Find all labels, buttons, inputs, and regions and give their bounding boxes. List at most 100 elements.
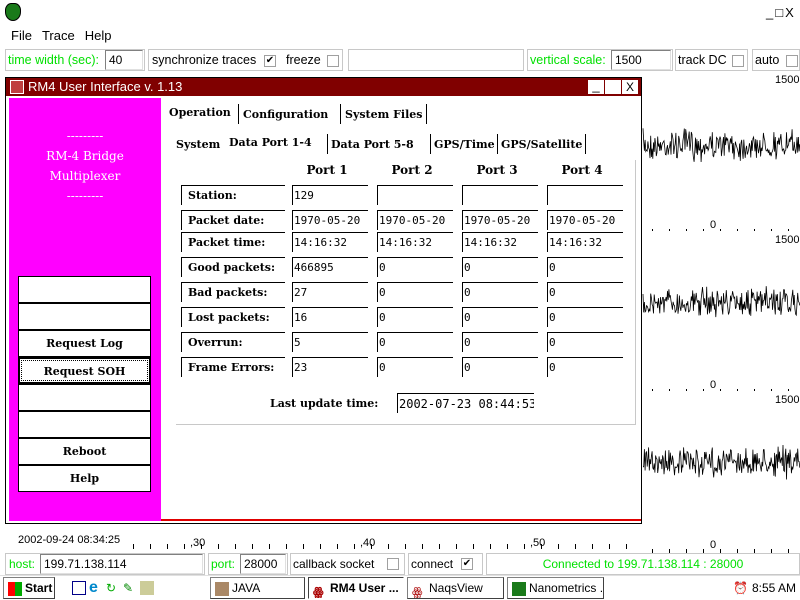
axis-tick xyxy=(133,544,134,549)
axis-tick xyxy=(235,544,236,549)
port-value-field: 0 xyxy=(377,307,453,327)
axis-tick xyxy=(703,389,704,391)
row-label: Packet date: xyxy=(181,210,285,230)
start-button[interactable]: Start xyxy=(3,577,55,599)
side-button-blank[interactable] xyxy=(18,303,151,330)
tab-operation[interactable]: Operation xyxy=(169,106,231,119)
port-value-field: 0 xyxy=(547,357,623,377)
port-value-field: 0 xyxy=(547,307,623,327)
dialog-maximize-button[interactable] xyxy=(605,80,621,94)
seismic-trace xyxy=(642,128,800,163)
connect-checkbox[interactable]: ✔ xyxy=(461,558,473,570)
seismic-trace xyxy=(642,444,800,480)
port-value-field: 0 xyxy=(377,357,453,377)
dialog-minimize-button[interactable]: _ xyxy=(588,79,604,94)
side-button-blank[interactable] xyxy=(18,384,151,411)
scheduler-tray-icon[interactable]: ⏰ xyxy=(733,581,748,595)
axis-tick xyxy=(592,544,593,549)
dialog-title-bar: RM4 User Interface v. 1.13 _ X xyxy=(6,78,641,96)
port-value-field: 1970-05-20 xyxy=(377,210,453,230)
axis-tick xyxy=(286,544,287,549)
axis-tick xyxy=(609,544,610,549)
port-value-field: 0 xyxy=(462,357,538,377)
axis-tick xyxy=(626,544,627,549)
row-label: Lost packets: xyxy=(181,307,285,327)
port-value-field: 27 xyxy=(292,282,368,302)
time-axis-tick: ,50 xyxy=(530,537,546,549)
refresh-icon[interactable]: ↻ xyxy=(106,581,120,595)
callback-checkbox[interactable] xyxy=(387,558,399,570)
axis-tick xyxy=(575,544,576,549)
side-button-blank[interactable] xyxy=(18,411,151,438)
port-value-field: 0 xyxy=(462,307,538,327)
host-input[interactable]: 199.71.138.114 xyxy=(40,554,203,574)
pen-icon[interactable]: ✎ xyxy=(123,581,137,595)
dialog-close-button[interactable]: X xyxy=(622,80,638,94)
port-value-field xyxy=(547,185,623,205)
port-value-field: 1970-05-20 xyxy=(462,210,538,230)
row-label: Frame Errors: xyxy=(181,357,285,377)
port-value-field: 16 xyxy=(292,307,368,327)
column-header: Port 3 xyxy=(476,163,518,177)
tab-system-files[interactable]: System Files xyxy=(340,104,428,124)
port-value-field: 0 xyxy=(377,282,453,302)
callback-label: callback socket xyxy=(293,557,375,571)
time-axis-tick: ,30 xyxy=(190,537,206,549)
axis-tick xyxy=(754,389,755,391)
side-button-request-log[interactable]: Request Log xyxy=(18,330,151,357)
side-button-blank[interactable] xyxy=(18,276,151,303)
axis-tick xyxy=(354,544,355,549)
subtab-gps-satellite[interactable]: GPS/Satellite xyxy=(497,134,587,154)
app-launcher-icon[interactable] xyxy=(140,580,154,595)
task-java[interactable]: JAVA xyxy=(210,577,305,599)
axis-tick xyxy=(405,544,406,549)
port-value-field: 0 xyxy=(462,332,538,352)
axis-tick xyxy=(303,544,304,549)
port-value-field: 0 xyxy=(547,257,623,277)
task-nanometrics[interactable]: Nanometrics ... xyxy=(507,577,604,599)
dialog-title: RM4 User Interface v. 1.13 xyxy=(28,79,183,94)
port-value-field: 14:16:32 xyxy=(377,232,453,252)
column-header: Port 4 xyxy=(561,163,603,177)
port-value-field: 0 xyxy=(377,257,453,277)
port-value-field xyxy=(462,185,538,205)
axis-tick xyxy=(737,229,738,231)
axis-tick xyxy=(737,389,738,391)
port-value-field xyxy=(377,185,453,205)
axis-tick xyxy=(473,544,474,549)
axis-tick xyxy=(507,544,508,549)
banner-line: --------- xyxy=(66,189,104,203)
row-label: Bad packets: xyxy=(181,282,285,302)
quick-launch: e ↻ ✎ xyxy=(72,579,157,595)
desktop-icon[interactable] xyxy=(72,580,86,595)
port-value-field: 5 xyxy=(292,332,368,352)
port-value-field: 0 xyxy=(462,282,538,302)
last-update-field: 2002-07-23 08:44:53 xyxy=(397,393,534,413)
port-value-field: 0 xyxy=(547,282,623,302)
task-rm4-user[interactable]: ꙮ RM4 User ... xyxy=(308,577,404,599)
port-input[interactable]: 28000 xyxy=(240,554,286,574)
subtab-data-port-1-4[interactable]: Data Port 1-4 xyxy=(229,136,312,149)
axis-tick xyxy=(754,229,755,231)
axis-tick xyxy=(524,544,525,549)
side-button-help[interactable]: Help xyxy=(18,465,151,492)
side-button-reboot[interactable]: Reboot xyxy=(18,438,151,465)
row-label: Station: xyxy=(181,185,285,205)
windows-logo-icon xyxy=(8,581,22,596)
axis-tick xyxy=(703,229,704,231)
axis-tick xyxy=(771,229,772,231)
subtab-gps-time[interactable]: GPS/Time xyxy=(430,134,498,154)
port-value-field: 14:16:32 xyxy=(547,232,623,252)
subtab-data-port-5-8[interactable]: Data Port 5-8 xyxy=(327,134,417,154)
subtab-system[interactable]: System xyxy=(176,138,220,151)
axis-tick xyxy=(720,229,721,231)
side-button-request-soh[interactable]: Request SOH xyxy=(18,357,151,384)
axis-tick xyxy=(167,544,168,549)
row-label: Packet time: xyxy=(181,232,285,252)
task-naqsview[interactable]: ꙮ NaqsView xyxy=(407,577,504,599)
time-axis-start: 2002-09-24 08:34:25 xyxy=(18,534,121,546)
clock: 8:55 AM xyxy=(752,581,797,595)
internet-explorer-icon[interactable]: e xyxy=(89,579,103,595)
tab-configuration[interactable]: Configuration xyxy=(238,104,332,124)
host-label: host: xyxy=(9,557,36,571)
